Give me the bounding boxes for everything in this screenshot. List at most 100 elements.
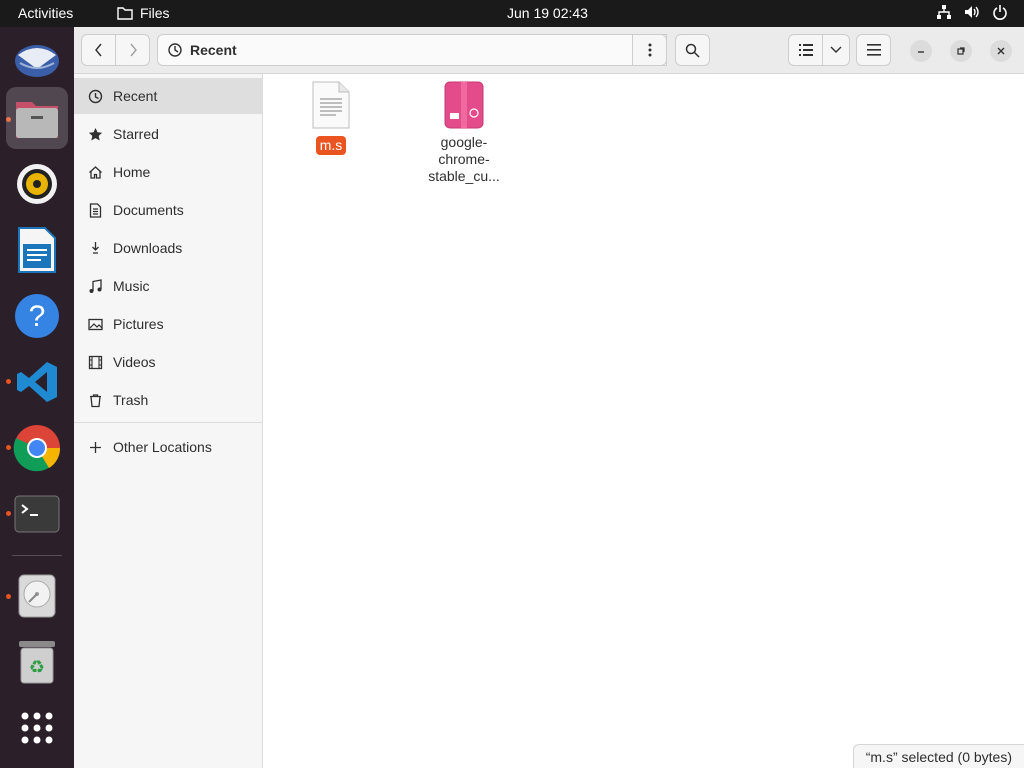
vertical-dots-icon (648, 43, 651, 57)
search-icon (685, 43, 700, 58)
header-bar: Recent (74, 27, 1024, 74)
forward-button[interactable] (115, 34, 150, 66)
svg-text:♻: ♻ (29, 657, 45, 678)
deb-package-icon (444, 81, 484, 129)
music-icon (89, 278, 102, 293)
dock-writer[interactable] (6, 219, 68, 281)
volume-icon (965, 6, 979, 18)
star-icon (88, 127, 103, 140)
file-item-m-s[interactable]: m.s (286, 81, 376, 155)
sidebar-item-label: Downloads (113, 240, 183, 256)
dock-terminal[interactable] (6, 483, 68, 545)
file-name: m.s (315, 136, 347, 155)
vscode-icon (17, 362, 57, 402)
path-bar[interactable]: Recent (157, 34, 667, 66)
sidebar-item-music[interactable]: Music (74, 268, 262, 304)
power-icon (993, 5, 1007, 20)
document-icon (89, 202, 102, 218)
show-apps-button[interactable] (6, 697, 68, 759)
writer-icon (18, 227, 56, 273)
minimize-button[interactable] (910, 40, 932, 62)
terminal-icon (14, 495, 60, 533)
network-icon (937, 5, 951, 19)
sidebar-item-label: Trash (113, 392, 149, 408)
close-button[interactable] (990, 40, 1012, 62)
sidebar-item-downloads[interactable]: Downloads (74, 230, 262, 266)
chevron-right-icon (129, 43, 137, 57)
svg-text:?: ? (29, 300, 46, 333)
plus-icon (90, 441, 101, 453)
dock-trash[interactable]: ♻ (6, 631, 68, 693)
rhythmbox-icon (17, 164, 57, 204)
sidebar-item-starred[interactable]: Starred (74, 116, 262, 152)
clock-icon (168, 43, 182, 57)
files-icon (16, 102, 58, 138)
dock-thunderbird[interactable] (6, 27, 68, 89)
minimize-icon (918, 51, 924, 53)
sidebar-item-label: Home (113, 164, 151, 180)
trash-icon (90, 393, 101, 407)
chevron-left-icon (94, 43, 102, 57)
download-icon (92, 241, 99, 254)
sidebar-item-label: Videos (113, 354, 156, 370)
search-button[interactable] (675, 34, 710, 66)
sidebar-item-label: Music (113, 278, 150, 294)
close-icon (997, 47, 1005, 55)
sidebar-item-documents[interactable]: Documents (74, 192, 262, 228)
files-window: Recent Recent Starred Home Documents Dow… (74, 27, 1024, 768)
file-name: google- chrome- stable_cu... (428, 134, 500, 184)
clock-icon (88, 89, 103, 103)
picture-icon (88, 318, 103, 330)
sidebar-item-pictures[interactable]: Pictures (74, 306, 262, 342)
dock-help[interactable]: ? (6, 285, 68, 347)
system-tray[interactable] (936, 4, 1008, 20)
text-file-icon (312, 81, 350, 129)
folder-icon (117, 7, 133, 20)
dock-disk[interactable] (6, 565, 68, 627)
app-name: Files (140, 5, 170, 21)
main-menu-button[interactable] (856, 34, 891, 66)
sidebar-item-label: Other Locations (113, 439, 212, 455)
selection-status: “m.s” selected (0 bytes) (865, 748, 1012, 765)
help-icon: ? (15, 294, 59, 338)
clock[interactable]: Jun 19 02:43 (507, 5, 588, 21)
thunderbird-icon (15, 45, 59, 77)
sidebar-item-videos[interactable]: Videos (74, 344, 262, 380)
sidebar-item-recent[interactable]: Recent (74, 78, 262, 114)
sidebar: Recent Starred Home Documents Downloads … (74, 74, 263, 768)
status-bar: “m.s” selected (0 bytes) (852, 744, 1024, 768)
restore-icon (957, 47, 965, 55)
back-button[interactable] (81, 34, 116, 66)
location-label: Recent (190, 42, 237, 58)
activities-button[interactable]: Activities (18, 5, 73, 21)
top-bar: Activities Files Jun 19 02:43 (0, 0, 1024, 27)
file-item-google-chrome-deb[interactable]: google- chrome- stable_cu... (419, 81, 509, 185)
maximize-button[interactable] (950, 40, 972, 62)
app-menu[interactable]: Files (117, 5, 170, 21)
sidebar-item-home[interactable]: Home (74, 154, 262, 190)
view-options-button[interactable] (822, 34, 850, 66)
dock-files[interactable] (6, 87, 68, 149)
grid-icon (21, 712, 53, 744)
sidebar-item-label: Starred (113, 126, 159, 142)
sidebar-item-label: Recent (113, 88, 158, 104)
dock: ? ♻ (0, 27, 74, 768)
trash-dock-icon: ♻ (19, 641, 55, 684)
sidebar-item-other-locations[interactable]: Other Locations (74, 429, 262, 465)
path-menu-button[interactable] (632, 34, 667, 66)
video-icon (88, 355, 103, 369)
list-view-icon (798, 44, 813, 56)
home-icon (89, 165, 102, 179)
sidebar-item-label: Pictures (113, 316, 164, 332)
sidebar-divider (74, 422, 262, 423)
sidebar-item-trash[interactable]: Trash (74, 382, 262, 418)
dock-chrome[interactable] (6, 417, 68, 479)
view-list-button[interactable] (788, 34, 823, 66)
dock-rhythmbox[interactable] (6, 153, 68, 215)
dock-vscode[interactable] (6, 351, 68, 413)
sidebar-item-label: Documents (113, 202, 184, 218)
hamburger-icon (866, 44, 881, 56)
chevron-down-icon (830, 46, 842, 53)
disk-icon (18, 574, 56, 618)
chrome-icon (13, 425, 61, 472)
